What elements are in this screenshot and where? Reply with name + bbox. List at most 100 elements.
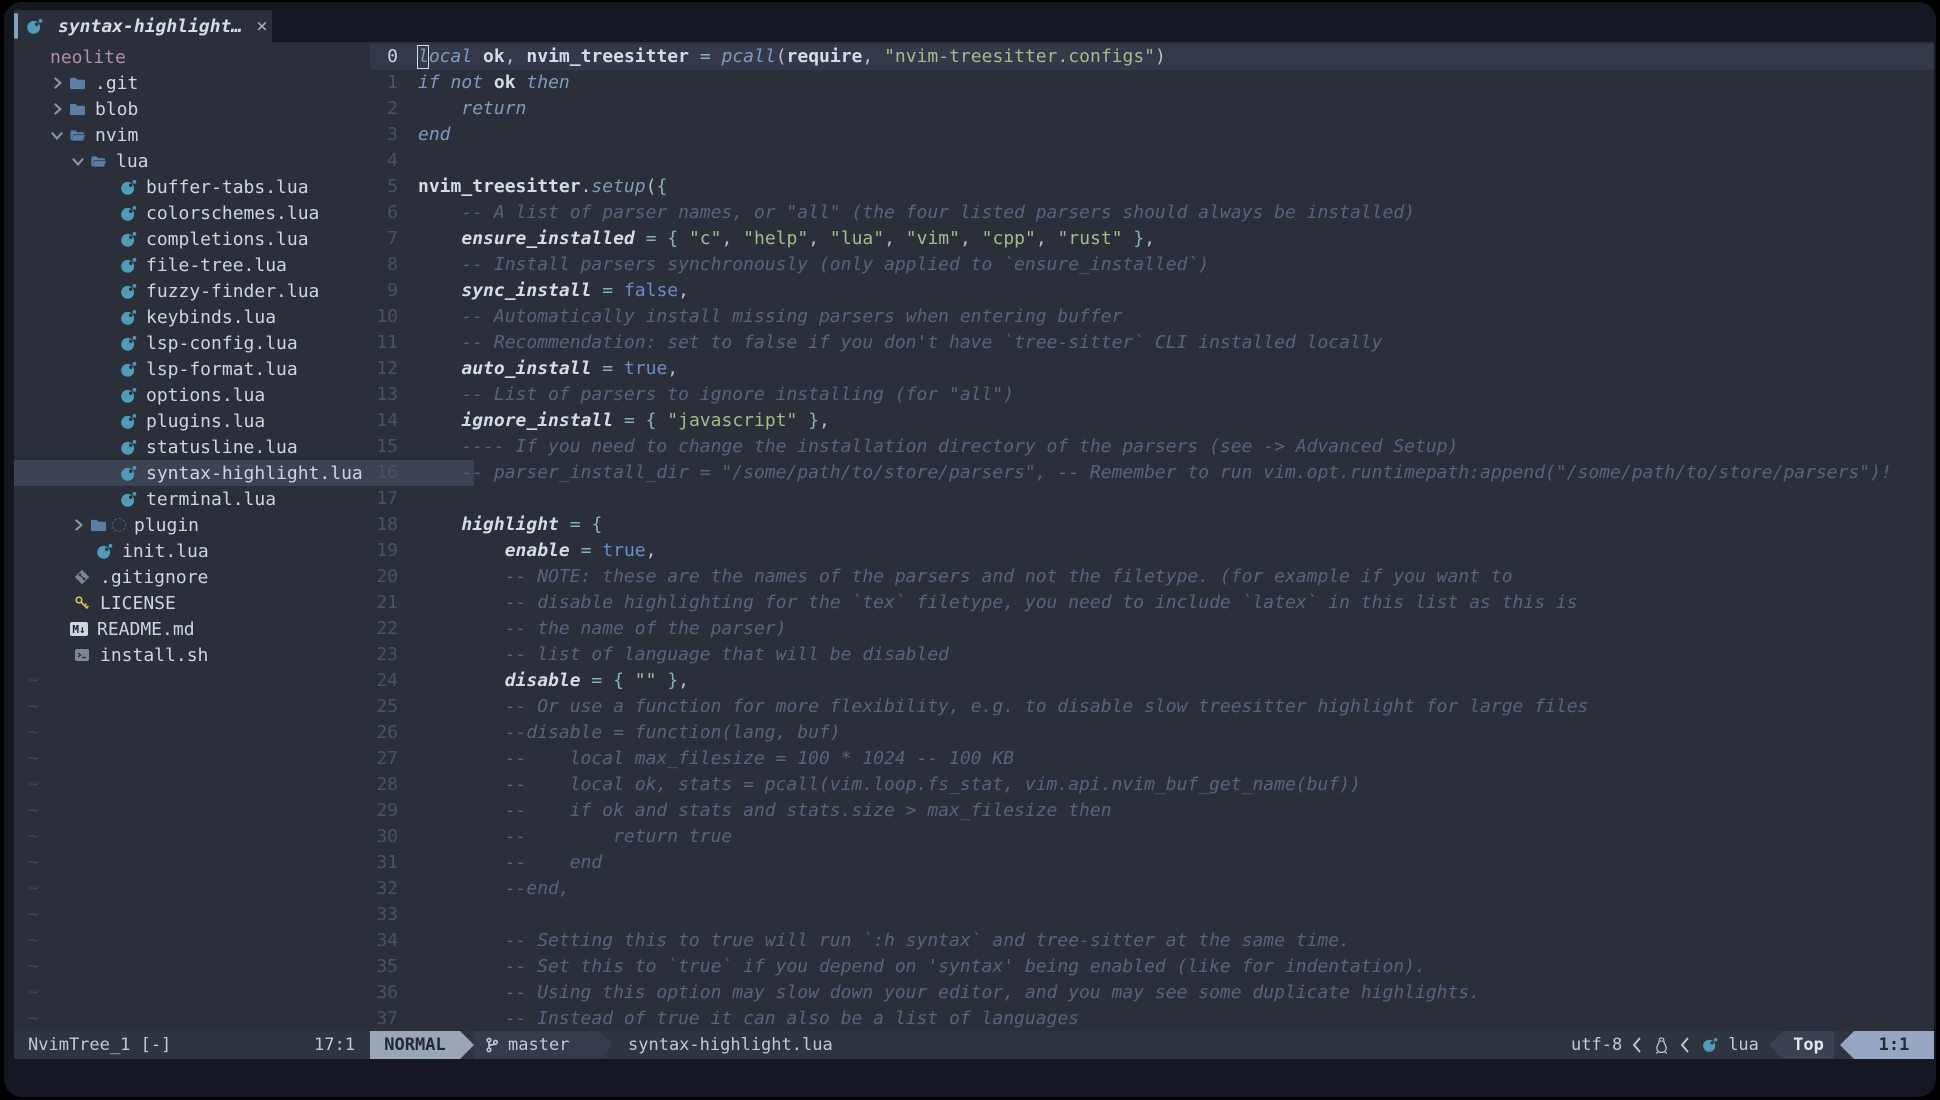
- code-line-32[interactable]: 32 --end,: [370, 876, 1934, 902]
- powerline-separator: [1840, 1031, 1854, 1059]
- code-line-2[interactable]: 2 return: [370, 96, 1934, 122]
- code-line-14[interactable]: 14 ignore_install = { "javascript" },: [370, 408, 1934, 434]
- code-line-10[interactable]: 10 -- Automatically install missing pars…: [370, 304, 1934, 330]
- line-number: 12: [370, 356, 408, 382]
- tree-item-plugin[interactable]: plugin: [14, 512, 424, 538]
- tree-item-nvim[interactable]: nvim: [14, 122, 403, 148]
- tree-item-label: plugin: [134, 515, 199, 536]
- line-number: 37: [370, 1006, 408, 1031]
- git-branch-name[interactable]: master: [508, 1035, 569, 1055]
- chevron-down-icon[interactable]: [47, 125, 67, 145]
- line-number: 6: [370, 200, 408, 226]
- code-line-6[interactable]: 6 -- A list of parser names, or "all" (t…: [370, 200, 1934, 226]
- tab-title: syntax-highlight…: [58, 16, 242, 37]
- code-line-5[interactable]: 5nvim_treesitter.setup({: [370, 174, 1934, 200]
- chevron-right-icon[interactable]: [47, 99, 67, 119]
- line-number: 25: [370, 694, 408, 720]
- line-number: 21: [370, 590, 408, 616]
- code-line-4[interactable]: 4: [370, 148, 1934, 174]
- tree-item-label: file-tree.lua: [146, 255, 287, 276]
- tree-item-.gitignore[interactable]: .gitignore: [14, 564, 428, 590]
- code-line-11[interactable]: 11 -- Recommendation: set to false if yo…: [370, 330, 1934, 356]
- statusline-tree-title: NvimTree_1 [-]: [28, 1031, 171, 1059]
- line-number: 29: [370, 798, 408, 824]
- code-line-28[interactable]: 28 -- local ok, stats = pcall(vim.loop.f…: [370, 772, 1934, 798]
- code-text: -- Or use a function for more flexibilit…: [418, 694, 1588, 720]
- line-number: 17: [370, 486, 408, 512]
- code-line-29[interactable]: 29 -- if ok and stats and stats.size > m…: [370, 798, 1934, 824]
- code-line-0[interactable]: 0local ok, nvim_treesitter = pcall(requi…: [370, 44, 1934, 70]
- code-line-25[interactable]: 25 -- Or use a function for more flexibi…: [370, 694, 1934, 720]
- code-text: -- if ok and stats and stats.size > max_…: [418, 798, 1112, 824]
- line-number: 23: [370, 642, 408, 668]
- git-branch-icon: [484, 1037, 500, 1053]
- code-line-15[interactable]: 15 ---- If you need to change the instal…: [370, 434, 1934, 460]
- tree-item-blob[interactable]: blob: [14, 96, 403, 122]
- tree-item-.git[interactable]: .git: [14, 70, 403, 96]
- line-number: 0: [370, 44, 408, 70]
- code-line-20[interactable]: 20 -- NOTE: these are the names of the p…: [370, 564, 1934, 590]
- main-content: neolite.gitblobnvimluabuffer-tabs.luacol…: [14, 42, 1934, 1031]
- code-text: -- parser_install_dir = "/some/path/to/s…: [418, 460, 1892, 486]
- code-line-37[interactable]: 37 -- Instead of true it can also be a l…: [370, 1006, 1934, 1031]
- tab-syntax-highlight[interactable]: syntax-highlight… ×: [14, 10, 272, 42]
- line-number: 31: [370, 850, 408, 876]
- code-line-36[interactable]: 36 -- Using this option may slow down yo…: [370, 980, 1934, 1006]
- code-line-26[interactable]: 26 --disable = function(lang, buf): [370, 720, 1934, 746]
- tree-item-lua[interactable]: lua: [14, 148, 424, 174]
- tree-item-label: blob: [95, 99, 138, 120]
- tree-item-license[interactable]: LICENSE: [14, 590, 428, 616]
- tree-item-label: colorschemes.lua: [146, 203, 319, 224]
- tree-item-readme.md[interactable]: M↓README.md: [14, 616, 425, 642]
- code-line-18[interactable]: 18 highlight = {: [370, 512, 1934, 538]
- code-text: ---- If you need to change the installat…: [418, 434, 1458, 460]
- tree-item-label: syntax-highlight.lua: [146, 463, 363, 484]
- lua-icon: [118, 203, 138, 223]
- code-line-1[interactable]: 1if not ok then: [370, 70, 1934, 96]
- code-line-23[interactable]: 23 -- list of language that will be disa…: [370, 642, 1934, 668]
- code-line-21[interactable]: 21 -- disable highlighting for the `tex`…: [370, 590, 1934, 616]
- code-line-13[interactable]: 13 -- List of parsers to ignore installi…: [370, 382, 1934, 408]
- git-icon: [72, 567, 92, 587]
- tab-close-icon[interactable]: ×: [256, 15, 267, 37]
- line-number: 20: [370, 564, 408, 590]
- tree-item-label: lsp-config.lua: [146, 333, 298, 354]
- code-line-12[interactable]: 12 auto_install = true,: [370, 356, 1934, 382]
- code-line-34[interactable]: 34 -- Setting this to true will run `:h …: [370, 928, 1934, 954]
- line-number: 9: [370, 278, 408, 304]
- folder-closed-icon: [67, 73, 87, 93]
- code-line-16[interactable]: 16 -- parser_install_dir = "/some/path/t…: [370, 460, 1934, 486]
- code-text: end: [418, 122, 451, 148]
- tree-item-neolite[interactable]: neolite: [14, 44, 406, 70]
- chevron-right-icon[interactable]: [68, 515, 88, 535]
- empty-line-tilde: ~: [28, 720, 39, 746]
- lua-icon: [118, 437, 138, 457]
- lua-icon: [94, 541, 114, 561]
- tree-item-label: options.lua: [146, 385, 265, 406]
- tree-item-label: keybinds.lua: [146, 307, 276, 328]
- chevron-down-icon[interactable]: [68, 151, 88, 171]
- empty-line-tilde: ~: [28, 772, 39, 798]
- line-number: 11: [370, 330, 408, 356]
- code-line-19[interactable]: 19 enable = true,: [370, 538, 1934, 564]
- tree-item-install.sh[interactable]: install.sh: [14, 642, 428, 668]
- code-text: -- NOTE: these are the names of the pars…: [418, 564, 1513, 590]
- line-number: 33: [370, 902, 408, 928]
- code-line-7[interactable]: 7 ensure_installed = { "c", "help", "lua…: [370, 226, 1934, 252]
- powerline-separator: [460, 1031, 474, 1059]
- tree-item-label: .gitignore: [100, 567, 208, 588]
- code-line-22[interactable]: 22 -- the name of the parser): [370, 616, 1934, 642]
- chevron-right-icon[interactable]: [47, 73, 67, 93]
- code-line-3[interactable]: 3end: [370, 122, 1934, 148]
- code-line-30[interactable]: 30 -- return true: [370, 824, 1934, 850]
- code-line-24[interactable]: 24 disable = { "" },: [370, 668, 1934, 694]
- tree-item-label: init.lua: [122, 541, 209, 562]
- code-line-27[interactable]: 27 -- local max_filesize = 100 * 1024 --…: [370, 746, 1934, 772]
- code-line-33[interactable]: 33: [370, 902, 1934, 928]
- code-text: -- Instead of true it can also be a list…: [418, 1006, 1079, 1031]
- code-line-17[interactable]: 17: [370, 486, 1934, 512]
- code-line-31[interactable]: 31 -- end: [370, 850, 1934, 876]
- code-line-35[interactable]: 35 -- Set this to `true` if you depend o…: [370, 954, 1934, 980]
- code-line-8[interactable]: 8 -- Install parsers synchronously (only…: [370, 252, 1934, 278]
- code-line-9[interactable]: 9 sync_install = false,: [370, 278, 1934, 304]
